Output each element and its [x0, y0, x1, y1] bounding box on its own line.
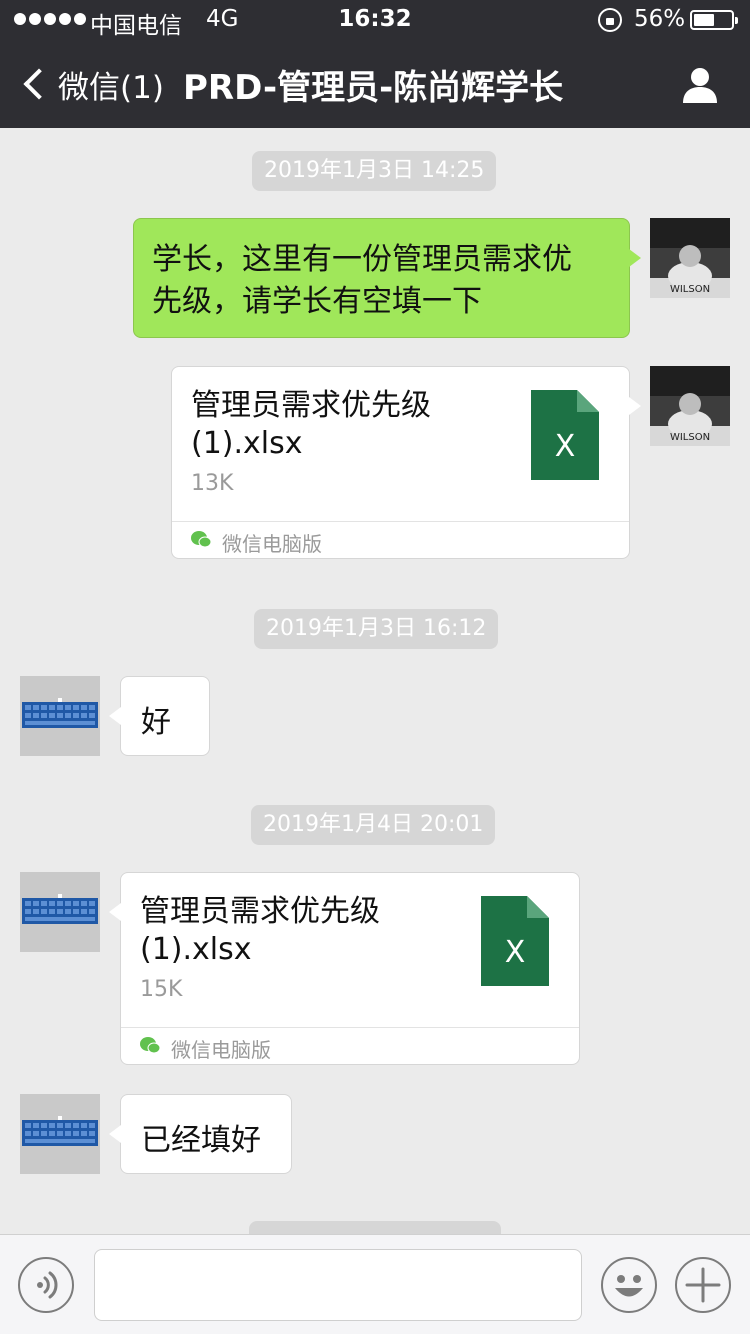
message-line: 学长，这里有一份管理员需求优	[152, 242, 572, 277]
file-source-footer: 微信电脑版	[121, 1027, 579, 1065]
wechat-icon	[191, 531, 212, 548]
top-bar: 中国电信 4G 16:32 56% 微信(1) PRD-管理员-陈尚辉学长	[0, 0, 750, 128]
sent-file-bubble[interactable]: 管理员需求优先级 (1).xlsx 13K X 微信电脑版	[171, 366, 641, 559]
file-name: 管理员需求优先级 (1).xlsx	[191, 388, 431, 461]
back-label: 微信(1)	[58, 69, 164, 106]
my-avatar[interactable]: WILSON	[650, 366, 730, 446]
timestamp: 2019年1月3日 14:25	[252, 151, 497, 191]
voice-button[interactable]	[18, 1257, 74, 1313]
battery-percent: 56%	[634, 6, 686, 32]
svg-text:X: X	[555, 429, 576, 464]
file-size: 13K	[191, 471, 234, 496]
person-icon[interactable]	[681, 66, 719, 104]
excel-file-icon: X	[481, 896, 549, 986]
contact-avatar[interactable]	[20, 872, 100, 952]
file-size: 15K	[140, 977, 183, 1002]
emoji-button[interactable]	[601, 1257, 657, 1313]
svg-text:WILSON: WILSON	[670, 284, 710, 295]
message-text: 已经填好	[141, 1123, 261, 1158]
file-source: 微信电脑版	[171, 1038, 271, 1062]
page-title: PRD-管理员-陈尚辉学长	[183, 68, 564, 108]
contact-avatar[interactable]	[20, 676, 100, 756]
received-message-bubble[interactable]: 好	[109, 676, 210, 756]
chat-input-bar	[0, 1234, 750, 1334]
rotation-lock-icon	[598, 8, 622, 32]
voice-icon	[37, 1271, 58, 1299]
chevron-left-icon	[23, 68, 55, 100]
sent-message-bubble[interactable]: 学长，这里有一份管理员需求优 先级，请学长有空填一下	[133, 218, 641, 338]
battery-level	[694, 14, 714, 26]
svg-text:WILSON: WILSON	[670, 432, 710, 443]
message-input[interactable]	[94, 1249, 582, 1321]
my-avatar[interactable]: WILSON	[650, 218, 730, 298]
message-line: 先级，请学长有空填一下	[152, 284, 482, 319]
svg-text:X: X	[505, 935, 526, 970]
file-source: 微信电脑版	[222, 532, 322, 556]
excel-file-icon: X	[531, 390, 599, 480]
message-text: 好	[141, 705, 171, 740]
status-bar: 中国电信 4G 16:32 56%	[0, 0, 750, 40]
back-button[interactable]: 微信(1)	[18, 62, 164, 106]
wechat-icon	[140, 1037, 161, 1054]
plus-button[interactable]	[675, 1257, 731, 1313]
received-message-bubble[interactable]: 已经填好	[109, 1094, 292, 1174]
emoji-icon	[615, 1275, 643, 1297]
battery-icon	[690, 10, 738, 30]
timestamp: 2019年1月3日 16:12	[254, 609, 499, 649]
file-name: 管理员需求优先级 (1).xlsx	[140, 894, 380, 967]
plus-icon	[685, 1267, 721, 1303]
contact-avatar[interactable]	[20, 1094, 100, 1174]
file-source-footer: 微信电脑版	[172, 521, 629, 559]
received-file-bubble[interactable]: 管理员需求优先级 (1).xlsx 15K X 微信电脑版	[109, 872, 580, 1065]
timestamp: 2019年1月4日 20:01	[251, 805, 496, 845]
